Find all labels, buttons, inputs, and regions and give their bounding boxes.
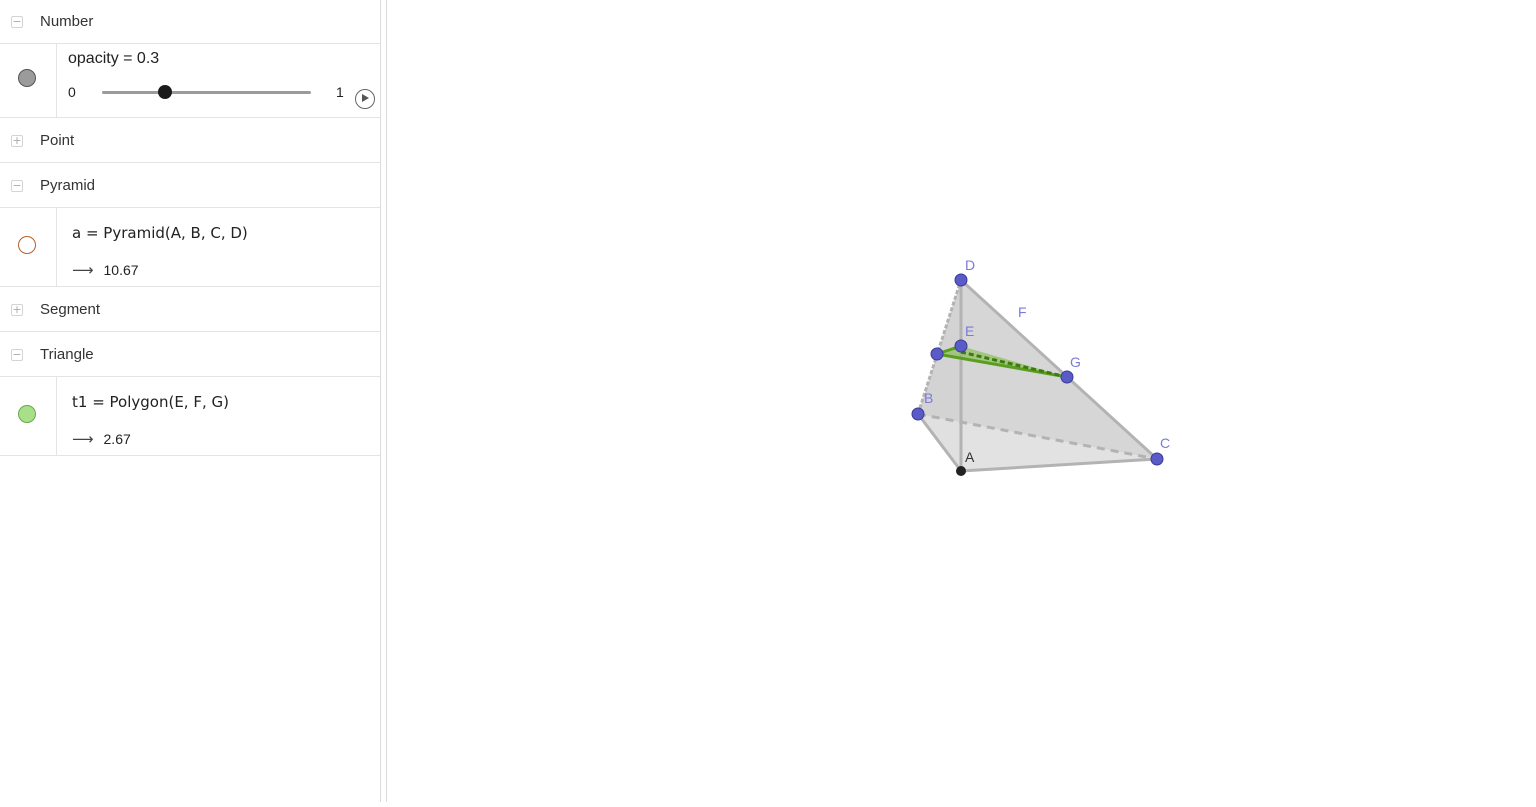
triangle-value-row: ⟶ 2.67 [72, 430, 131, 448]
play-animation-button[interactable] [355, 89, 375, 109]
marble-column [0, 377, 57, 455]
marble-column [0, 208, 57, 286]
graphics-canvas[interactable]: D E F G B C A [388, 0, 1536, 802]
label-D: D [965, 257, 975, 273]
output-arrow-icon: ⟶ [72, 261, 94, 279]
label-G: G [1070, 354, 1081, 370]
pyramid-value-row: ⟶ 10.67 [72, 261, 139, 279]
slider-track[interactable] [102, 91, 311, 94]
collapse-triangle-toggle[interactable]: − [11, 349, 23, 361]
view-splitter[interactable] [381, 0, 387, 802]
slider-item-opacity[interactable] [0, 44, 380, 118]
point-C[interactable] [1150, 452, 1164, 466]
pyramid-value: 10.67 [103, 262, 139, 278]
point-D[interactable] [954, 273, 968, 287]
slider-label: opacity = 0.3 [68, 50, 160, 67]
output-arrow-icon: ⟶ [72, 430, 94, 448]
expand-segment-toggle[interactable]: + [11, 304, 23, 316]
slider-thumb[interactable] [157, 85, 172, 99]
group-label-segment: Segment [40, 301, 101, 318]
group-label-point: Point [40, 132, 75, 149]
label-F: F [1018, 304, 1027, 320]
marble-column [0, 44, 57, 117]
expand-point-toggle[interactable]: + [11, 135, 23, 147]
collapse-number-toggle[interactable]: − [11, 16, 23, 28]
pyramid-definition[interactable]: a = Pyramid(A, B, C, D) [72, 224, 248, 242]
group-point: + Point [0, 119, 380, 163]
group-label-number: Number [40, 13, 94, 30]
triangle-value: 2.67 [103, 431, 131, 447]
algebra-item-triangle[interactable]: t1 = Polygon(E, F, G) ⟶ 2.67 [0, 377, 380, 456]
triangle-definition[interactable]: t1 = Polygon(E, F, G) [72, 393, 229, 411]
group-label-pyramid: Pyramid [40, 177, 96, 194]
collapse-pyramid-toggle[interactable]: − [11, 180, 23, 192]
visibility-marble-opacity[interactable] [18, 69, 36, 87]
point-B[interactable] [911, 407, 925, 421]
graphics-3d-view[interactable]: D E F G B C A [388, 0, 1536, 802]
label-A: A [965, 449, 975, 465]
group-number: − Number [0, 0, 380, 44]
slider-min-value: 0 [68, 84, 76, 100]
algebra-view: − Number opacity = 0.3 0 1 + Point − Pyr… [0, 0, 381, 802]
group-triangle: − Triangle [0, 333, 380, 377]
group-segment: + Segment [0, 288, 380, 332]
group-pyramid: − Pyramid [0, 164, 380, 208]
algebra-item-pyramid[interactable]: a = Pyramid(A, B, C, D) ⟶ 10.67 [0, 208, 380, 287]
label-C: C [1160, 435, 1170, 451]
point-G[interactable] [1060, 370, 1074, 384]
slider-max-value: 1 [336, 84, 344, 100]
visibility-marble-pyramid[interactable] [18, 236, 36, 254]
point-A[interactable] [956, 466, 966, 476]
group-label-triangle: Triangle [40, 346, 94, 363]
point-F[interactable] [930, 347, 944, 361]
label-B: B [924, 390, 933, 406]
point-E[interactable] [954, 339, 968, 353]
label-E: E [965, 323, 974, 339]
visibility-marble-triangle[interactable] [18, 405, 36, 423]
